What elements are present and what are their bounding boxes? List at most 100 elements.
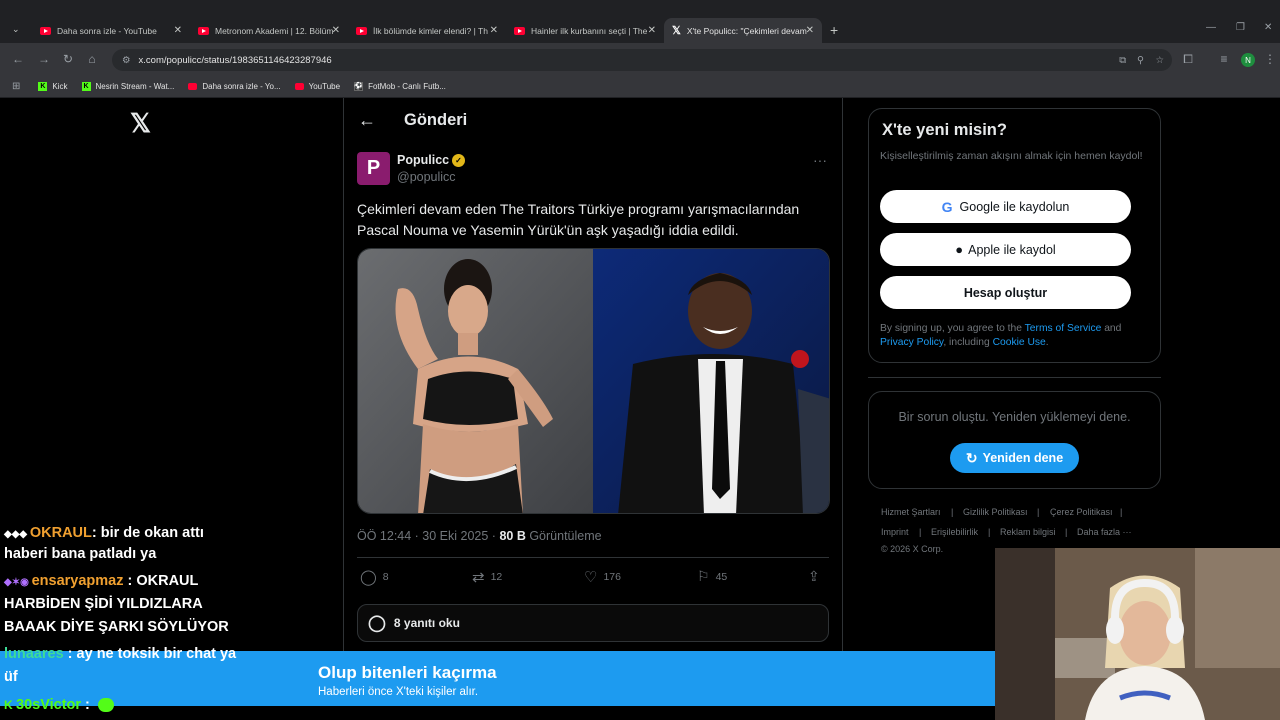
maximize-icon[interactable]: ❐ [1236,22,1245,33]
youtube-icon [188,82,198,90]
new-tab-button[interactable]: + [830,22,838,38]
footer-link-cookies[interactable]: Çerez Politikası [1050,507,1113,517]
x-icon: 𝕏 [672,25,681,37]
share-button[interactable]: ⇪ [808,568,820,585]
reply-icon: ◯ [360,569,377,586]
fotmob-icon: ⚽ [354,81,364,91]
bookmarks-bar: ⊞ K Kick K Nesrin Stream - Wat... Daha son… [0,75,1280,98]
forward-icon[interactable]: → [34,49,54,69]
more-options-icon[interactable]: ··· [813,152,827,168]
extensions-icon[interactable]: ⧠ [1178,49,1198,69]
chat-message: K 30sVictor : [4,694,114,717]
copyright: © 2026 X Corp. [881,544,944,554]
apps-icon[interactable]: ⊞ [12,81,20,92]
chat-message: lunaares : ay ne toksik bir chat ya [4,646,237,662]
home-icon[interactable]: ⌂ [82,49,102,69]
apple-icon: ● [955,242,964,257]
page-title: Gönderi [404,111,468,129]
terms-link[interactable]: Terms of Service [1025,323,1102,334]
menu-icon[interactable]: ⋮ [1260,49,1280,69]
footer-link-imprint[interactable]: Imprint [881,527,909,537]
bookmark-star-icon[interactable]: ☆ [1155,55,1164,66]
tab-3[interactable]: İlk bölümde kimler elendi? | Th ✕ [348,18,506,43]
signup-subtitle: Kişiselleştirilmiş zaman akışını almak i… [880,150,1143,162]
tab-search-icon[interactable]: ⌄ [12,24,20,35]
legal-text: By signing up, you agree to the Terms of… [880,323,1122,348]
chat-message: ◆✶◉ ensaryapmaz : OKRAUL [4,573,199,589]
verified-badge-icon: ✓ [452,154,465,167]
footer-link-ads[interactable]: Reklam bilgisi [1000,527,1056,537]
like-button[interactable]: ♡ 176 [584,568,621,586]
close-icon[interactable]: ✕ [648,25,656,36]
close-icon[interactable]: ✕ [332,25,340,36]
reload-icon[interactable]: ↻ [58,49,78,69]
x-logo-icon[interactable]: 𝕏 [130,108,151,139]
author-handle[interactable]: @populicc [397,170,456,184]
bookmark-kick[interactable]: K Kick [38,81,68,91]
cookie-link[interactable]: Cookie Use [993,337,1046,348]
site-info-icon[interactable]: ⚙ [122,55,131,66]
youtube-icon [198,26,209,35]
signup-card: X'te yeni misin? Kişiselleştirilmiş zama… [868,108,1161,363]
webcam-feed [995,548,1280,720]
close-icon[interactable]: ✕ [490,25,498,36]
google-signup-button[interactable]: G Google ile kaydolun [880,190,1131,223]
refresh-icon: ↻ [965,449,978,466]
youtube-icon [356,26,367,35]
reply-bubble-icon: ◯ [368,615,386,632]
tab-1[interactable]: Daha sonra izle - YouTube ✕ [32,18,190,43]
footer-link-accessibility[interactable]: Erişilebilirlik [931,527,978,537]
bookmark-icon: ⚐ [697,568,710,584]
heart-icon: ♡ [584,569,598,586]
banner-subtitle: Haberleri önce X'teki kişiler alır. [318,686,479,698]
address-bar[interactable]: ⚙ x.com/populicc/status/1983651146423287… [112,49,1172,71]
browser-tab-bar: ⌄ Daha sonra izle - YouTube ✕ Metronom Ak… [0,0,1280,43]
youtube-icon [514,26,525,35]
view-count: 80 B [499,529,526,543]
bookmark-youtube[interactable]: YouTube [294,82,340,91]
repost-button[interactable]: ⇄ 12 [472,568,502,586]
back-icon[interactable]: ← [8,49,28,69]
bookmark-fotmob[interactable]: ⚽ FotMob - Canlı Futb... [354,81,446,91]
emote-icon [97,698,114,713]
tab-4[interactable]: Hainler ilk kurbanını seçti | The ✕ [506,18,664,43]
kick-badge-icon: K [4,698,16,712]
reply-button[interactable]: ◯ 8 [360,568,389,586]
privacy-link[interactable]: Privacy Policy [880,337,943,348]
tab-2[interactable]: Metronom Akademi | 12. Bölüm ✕ [190,18,348,43]
repost-icon: ⇄ [472,569,485,586]
footer-link-more[interactable]: Daha fazla ··· [1077,527,1132,537]
create-account-button[interactable]: Hesap oluştur [880,276,1131,309]
divider [868,377,1161,378]
signup-title: X'te yeni misin? [882,121,1007,139]
webcam-image [995,548,1280,720]
author-name[interactable]: Populicc [397,153,449,167]
youtube-icon [40,26,51,35]
read-replies-button[interactable]: ◯ 8 yanıtı oku [357,604,829,642]
close-icon[interactable]: ✕ [806,25,814,36]
tab-5-active[interactable]: 𝕏 X'te Populicc: "Çekimleri devam ✕ [664,18,822,43]
kick-icon: K [81,81,91,91]
apple-signup-button[interactable]: ● Apple ile kaydol [880,233,1131,266]
bookmark-button[interactable]: ⚐ 45 [697,568,727,585]
share-icon: ⇪ [808,568,820,584]
bookmark-watch-later[interactable]: Daha sonra izle - Yo... [188,82,281,91]
zoom-icon[interactable]: ⚲ [1137,55,1144,66]
back-arrow-icon[interactable]: ← [358,110,376,131]
minimize-icon[interactable]: — [1206,22,1216,33]
post-media[interactable] [357,248,830,514]
media-icon[interactable]: ≡ [1214,49,1234,69]
badge-icons: ◆✶◉ [4,577,32,588]
footer-link-terms[interactable]: Hizmet Şartları [881,507,941,517]
install-icon[interactable]: ⧉ [1119,55,1126,66]
footer-link-privacy[interactable]: Gizlilik Politikası [963,507,1028,517]
window-close-icon[interactable]: ✕ [1264,22,1272,33]
author-avatar[interactable]: P [357,152,390,185]
post-meta: ÖÖ 12:44 · 30 Eki 2025 · 80 B Görüntülem… [357,529,602,543]
close-icon[interactable]: ✕ [174,25,182,36]
retry-button[interactable]: ↻ Yeniden dene [950,443,1079,473]
bookmark-nesrin[interactable]: K Nesrin Stream - Wat... [81,81,174,91]
profile-avatar[interactable]: N [1241,53,1255,67]
error-message: Bir sorun oluştu. Yeniden yüklemeyi dene… [898,410,1131,424]
divider [357,557,829,558]
